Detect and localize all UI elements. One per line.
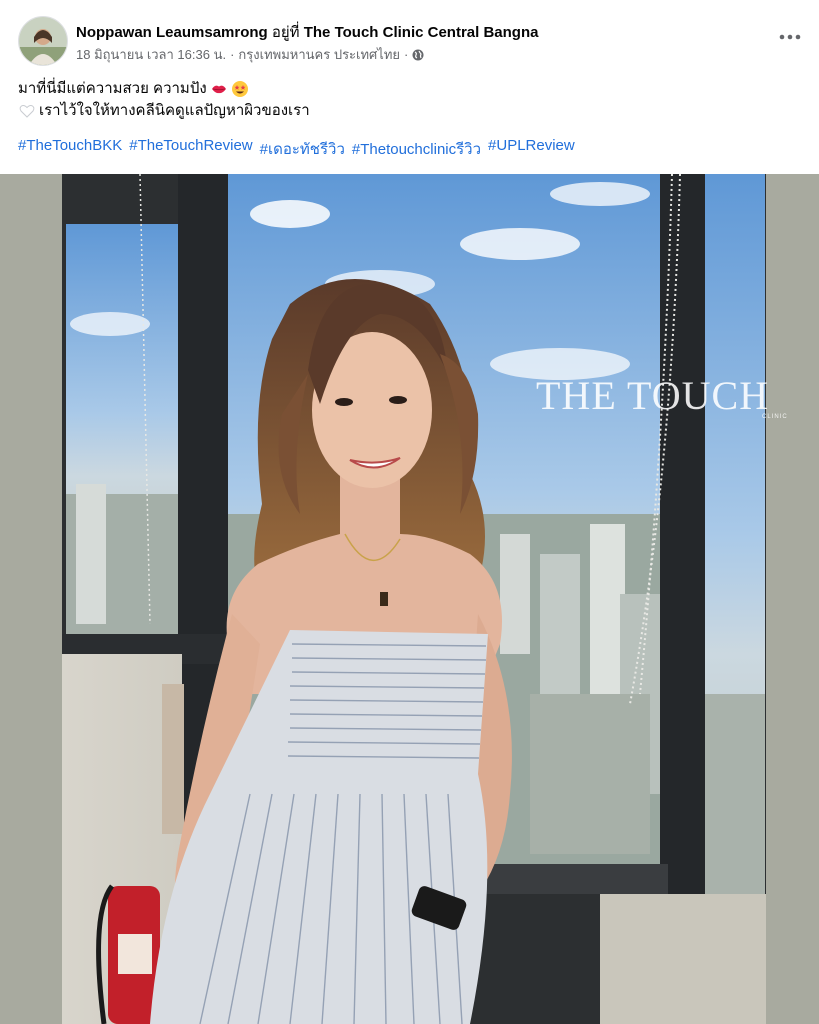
- timestamp-link[interactable]: 18 มิถุนายน เวลา 16:36 น.: [76, 44, 226, 65]
- caption-text-1: มาที่นี่มีแต่ความสวย ความปัง: [18, 80, 207, 97]
- author-line: Noppawan Leaumsamrong อยู่ที่ The Touch …: [76, 20, 538, 44]
- star-struck-emoji-icon: [231, 80, 249, 98]
- hashtag-link[interactable]: #TheTouchReview: [129, 137, 252, 161]
- watermark-logo: THE TOUCH: [536, 373, 770, 418]
- author-avatar[interactable]: [18, 16, 68, 66]
- post-photo[interactable]: THE TOUCH CLINIC: [0, 174, 819, 1024]
- place-text: กรุงเทพมหานคร ประเทศไทย: [238, 47, 401, 62]
- hashtag-link[interactable]: #Thetouchclinicรีวิว: [352, 137, 481, 161]
- globe-icon[interactable]: [412, 49, 424, 61]
- avatar-image: [19, 17, 67, 65]
- facebook-post: Noppawan Leaumsamrong อยู่ที่ The Touch …: [0, 0, 819, 1024]
- hashtag-row: #TheTouchBKK #TheTouchReview #เดอะทัชรีว…: [18, 137, 575, 161]
- at-text: อยู่ที่: [271, 24, 300, 41]
- watermark-sub: CLINIC: [762, 414, 788, 420]
- white-heart-emoji-icon: [18, 102, 36, 120]
- caption-line-1: มาที่นี่มีแต่ความสวย ความปัง: [18, 78, 798, 100]
- more-options-icon: [779, 27, 801, 45]
- post-caption: มาที่นี่มีแต่ความสวย ความปัง เราไว้ใจให้…: [18, 78, 798, 122]
- hashtag-link[interactable]: #เดอะทัชรีวิว: [260, 137, 345, 161]
- location-link[interactable]: The Touch Clinic Central Bangna: [304, 24, 539, 41]
- hashtag-link[interactable]: #TheTouchBKK: [18, 137, 122, 161]
- hashtag-link[interactable]: #UPLReview: [488, 137, 575, 161]
- author-name-link[interactable]: Noppawan Leaumsamrong: [76, 24, 268, 41]
- post-header: Noppawan Leaumsamrong อยู่ที่ The Touch …: [0, 0, 819, 70]
- post-meta: 18 มิถุนายน เวลา 16:36 น. · กรุงเทพมหานค…: [76, 44, 424, 65]
- photo-image: [0, 174, 819, 1024]
- caption-line-2: เราไว้ใจให้ทางคลีนิคดูแลปัญหาผิวของเรา: [18, 100, 798, 122]
- more-options-button[interactable]: [775, 24, 805, 48]
- meta-separator-2: ·: [404, 47, 409, 62]
- meta-separator: ·: [230, 47, 235, 62]
- lips-emoji-icon: [210, 80, 228, 98]
- caption-text-2: เราไว้ใจให้ทางคลีนิคดูแลปัญหาผิวของเรา: [39, 102, 310, 119]
